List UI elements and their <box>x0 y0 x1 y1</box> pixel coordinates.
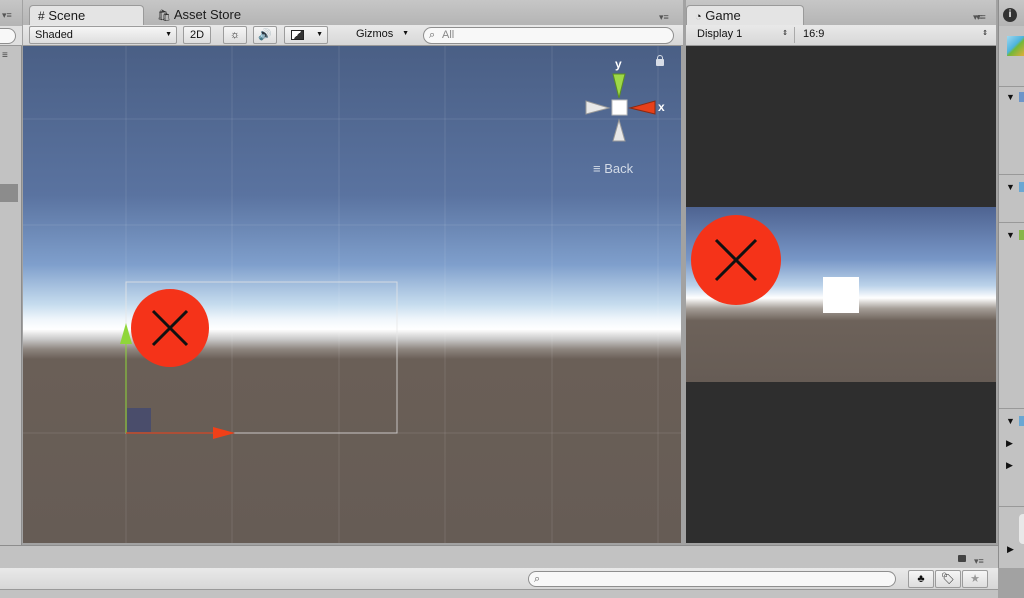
tab-game[interactable]: ◔ Game <box>686 5 804 27</box>
left-panel-edge: ▾≡ ≡ <box>0 0 22 545</box>
move-handle-y-arrow[interactable] <box>120 323 132 344</box>
foldout-arrow-icon[interactable]: ▶ <box>1006 460 1013 471</box>
component-icon <box>1019 416 1024 426</box>
hierarchy-selected-row[interactable] <box>0 184 18 202</box>
gizmo-center-cube[interactable] <box>611 99 628 116</box>
dropdown-arrow-icon: ▼ <box>165 31 172 38</box>
grid-icon: # <box>38 9 45 23</box>
toggle-2d-button[interactable]: 2D <box>183 26 211 44</box>
updown-arrow-icon: ⇕ <box>782 30 788 37</box>
transform-icon <box>1019 92 1024 102</box>
bottom-panel: ▾≡ ⌕ ♣ 🏷 ★ <box>0 545 998 598</box>
effects-toggle[interactable]: ▼ <box>284 26 328 44</box>
component-icon <box>1019 182 1024 192</box>
shopping-bag-icon: 🛍 <box>157 10 171 22</box>
game-objects <box>691 215 859 313</box>
info-icon[interactable]: i <box>1003 8 1017 22</box>
pacman-icon: ◔ <box>695 11 702 23</box>
gizmo-axis-y-label: y <box>615 57 622 71</box>
lock-shackle <box>657 55 663 61</box>
search-icon: ⌕ <box>429 29 436 41</box>
search-icon: ⌕ <box>534 573 541 585</box>
display-dropdown[interactable]: Display 1 ⇕ <box>692 26 792 44</box>
dropdown-arrow-icon: ▼ <box>316 31 323 38</box>
game-view[interactable] <box>686 46 996 543</box>
favorites-button[interactable]: ★ <box>962 570 988 588</box>
speaker-icon: 🔊 <box>258 29 272 41</box>
foldout-arrow-icon[interactable]: ▼ <box>1006 92 1015 102</box>
scene-tab-bar: # Scene 🛍 Asset Store ▾≡ <box>23 0 683 27</box>
foldout-arrow-icon[interactable]: ▶ <box>1006 438 1013 449</box>
hierarchy-search-edge[interactable] <box>0 28 16 44</box>
tab-asset-store[interactable]: 🛍 Asset Store <box>149 5 269 27</box>
white-cube <box>823 277 859 313</box>
image-icon <box>291 30 304 40</box>
filter-by-label-button[interactable]: 🏷 <box>935 570 961 588</box>
audio-toggle[interactable]: 🔊 <box>253 26 277 44</box>
panel-menu-icon[interactable]: ▾≡ <box>2 10 12 21</box>
aspect-dropdown[interactable]: 16:9 ⇕ <box>798 26 992 44</box>
foldout-arrow-icon[interactable]: ▼ <box>1006 416 1015 426</box>
view-label[interactable]: ≡ Back <box>593 161 633 176</box>
project-toolbar: ⌕ ♣ 🏷 ★ <box>0 568 998 590</box>
shading-mode-dropdown[interactable]: Shaded ▼ <box>29 26 177 44</box>
toolbar-divider <box>794 27 795 43</box>
tag-icon: 🏷 <box>941 573 955 585</box>
updown-arrow-icon: ⇕ <box>982 30 988 37</box>
gizmo-y-cone[interactable] <box>612 73 626 99</box>
orientation-gizmo[interactable] <box>585 73 656 142</box>
hamburger-icon: ≡ <box>593 161 601 176</box>
cube-object[interactable] <box>127 408 151 432</box>
game-toolbar: Display 1 ⇕ 16:9 ⇕ <box>686 25 996 46</box>
gizmo-axis-x-label: x <box>658 100 665 114</box>
gameobject-icon <box>1007 36 1024 56</box>
gizmo-down-cone[interactable] <box>612 118 626 142</box>
shapes-icon: ♣ <box>917 573 925 585</box>
filter-by-type-button[interactable]: ♣ <box>908 570 934 588</box>
foldout-arrow-icon[interactable]: ▶ <box>1007 544 1014 555</box>
red-x-marker[interactable] <box>131 289 209 367</box>
panel-menu-icon[interactable]: ▾≡ <box>974 556 984 567</box>
project-search-input[interactable]: ⌕ <box>528 571 896 587</box>
dropdown-arrow-icon: ▼ <box>402 30 409 37</box>
foldout-arrow-icon[interactable]: ▼ <box>1006 230 1015 240</box>
star-icon: ★ <box>970 573 980 585</box>
red-x-marker <box>691 215 781 305</box>
panel-menu-icon[interactable]: ▾≡ <box>659 12 669 23</box>
gizmo-x-cone[interactable] <box>628 100 656 115</box>
lighting-toggle[interactable]: ☼ <box>223 26 247 44</box>
scene-search-input[interactable]: ⌕ All <box>423 27 674 44</box>
hierarchy-menu-icon[interactable]: ≡ <box>2 50 8 61</box>
component-icon <box>1019 230 1024 240</box>
lock-icon[interactable] <box>958 555 966 562</box>
panel-menu-icon[interactable]: ▾≡ <box>973 12 983 23</box>
game-tab-bar: ◔ Game ▾≡ <box>686 0 996 27</box>
gizmo-left-cone[interactable] <box>585 100 611 115</box>
inspector-panel-edge: ▾≡ i ▼ ▼ ▼ ▼ ▶ ▶ ▶ <box>973 0 1024 568</box>
sun-icon: ☼ <box>229 29 241 41</box>
scene-viewport[interactable]: y x ≡ Back <box>23 46 681 543</box>
material-preview <box>1019 514 1024 544</box>
scene-grid <box>23 46 681 543</box>
tab-scene[interactable]: # Scene <box>29 5 144 27</box>
gizmos-dropdown[interactable]: Gizmos ▼ <box>351 26 413 44</box>
foldout-arrow-icon[interactable]: ▼ <box>1006 182 1015 192</box>
game-render-area <box>686 207 996 382</box>
scene-toolbar: Shaded ▼ 2D ☼ 🔊 ▼ Gizmos ▼ ⌕ All <box>23 25 683 46</box>
